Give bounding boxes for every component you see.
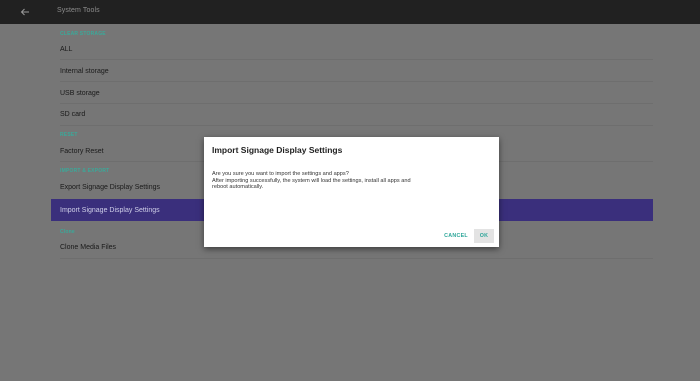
list-item-label: ALL xyxy=(60,46,73,53)
list-item-label: Export Signage Display Settings xyxy=(60,184,160,191)
cancel-button[interactable]: CANCEL xyxy=(442,229,470,243)
import-settings-dialog: Import Signage Display Settings Are you … xyxy=(204,137,499,247)
list-item-label: Factory Reset xyxy=(60,148,104,155)
list-item-label: Internal storage xyxy=(60,68,109,75)
list-item-usb-storage[interactable]: USB storage xyxy=(51,82,653,104)
section-header-clone: Clone xyxy=(60,229,75,235)
section-header-reset: RESET xyxy=(60,132,78,138)
ok-button[interactable]: OK xyxy=(474,229,494,243)
list-item-sd-card[interactable]: SD card xyxy=(51,104,653,126)
list-item-internal-storage[interactable]: Internal storage xyxy=(51,60,653,82)
list-item-label: Clone Media Files xyxy=(60,244,117,251)
dialog-title: Import Signage Display Settings xyxy=(212,145,343,155)
top-app-bar: System Tools xyxy=(0,0,700,24)
section-header-clear-storage: CLEAR STORAGE xyxy=(60,31,106,37)
section-header-import-export: IMPORT & EXPORT xyxy=(60,168,110,174)
dialog-message: Are you sure you want to import the sett… xyxy=(212,171,492,191)
dialog-message-line: reboot automatically. xyxy=(212,184,264,190)
list-item-label: Import Signage Display Settings xyxy=(60,207,160,214)
list-item-label: SD card xyxy=(60,111,86,118)
page-title: System Tools xyxy=(57,7,100,14)
list-item-all[interactable]: ALL xyxy=(51,38,653,60)
list-item-label: USB storage xyxy=(60,90,100,97)
divider xyxy=(60,258,653,259)
arrow-left-icon[interactable] xyxy=(18,5,32,19)
divider xyxy=(60,125,653,126)
